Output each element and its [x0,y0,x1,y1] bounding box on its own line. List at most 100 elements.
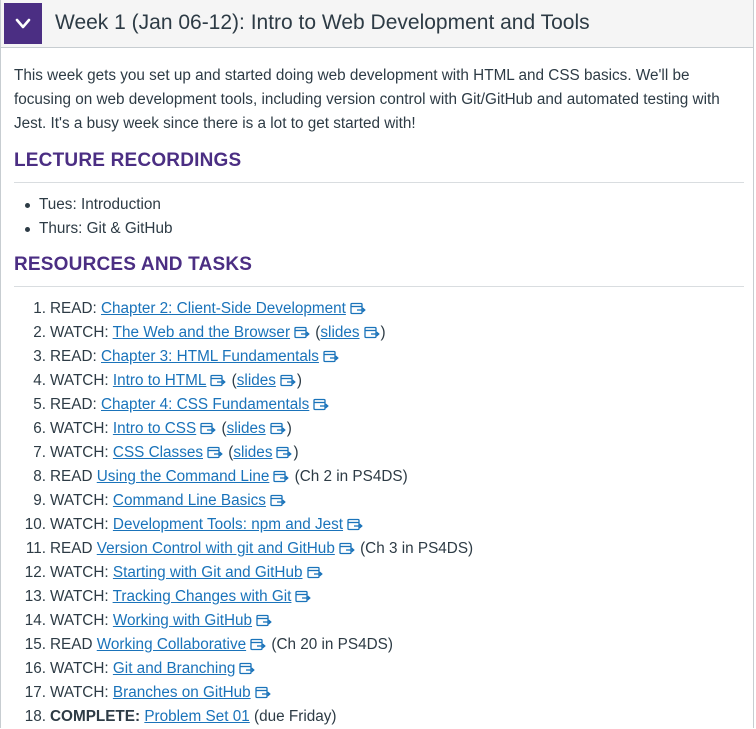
external-link-icon [294,326,310,339]
paren-open: ( [227,372,237,389]
task-list-item: 15. READ Working Collaborative (Ch 20 in … [1,633,473,657]
task-type-label: WATCH: [50,444,113,461]
task-list-item: 10. WATCH: Development Tools: npm and Jes… [1,513,473,537]
module-intro-text: This week gets you set up and started do… [14,67,720,132]
external-link-icon [323,350,339,363]
task-number: 15. [24,636,46,653]
task-link[interactable]: Chapter 3: HTML Fundamentals [101,348,319,365]
task-list-item: 6. WATCH: Intro to CSS (slides) [1,417,473,441]
task-content: WATCH: Git and Branching [50,657,256,681]
task-number: 3. [33,348,46,365]
slides-link[interactable]: slides [237,372,276,389]
task-content: READ: Chapter 2: Client-Side Development [50,297,367,321]
task-number: 2. [33,324,46,341]
task-list-item: 18. COMPLETE: Problem Set 01 (due Friday) [1,705,473,729]
task-list-item: 9. WATCH: Command Line Basics [1,489,473,513]
task-content: WATCH: Tracking Changes with Git [50,585,312,609]
external-link-icon [295,590,312,603]
task-link[interactable]: The Web and the Browser [113,324,290,341]
task-list-item: 17. WATCH: Branches on GitHub [1,681,473,705]
task-list-item: 5. READ: Chapter 4: CSS Fundamentals [1,393,473,417]
task-link[interactable]: CSS Classes [113,444,203,461]
task-content: READ: Chapter 3: HTML Fundamentals [50,345,340,369]
external-link-icon [200,422,217,435]
task-number: 18. [24,708,46,725]
bullet-icon [25,227,30,232]
task-link[interactable]: Intro to HTML [113,372,207,389]
task-type-label: WATCH: [50,660,113,677]
task-content: WATCH: Branches on GitHub [50,681,272,705]
task-list-item: 3. READ: Chapter 3: HTML Fundamentals [1,345,473,369]
task-link[interactable]: Intro to CSS [113,420,196,437]
task-content: WATCH: Intro to CSS (slides) [50,417,292,441]
task-type-label: READ [50,540,97,557]
task-number: 4. [33,372,46,389]
task-content: WATCH: The Web and the Browser (slides) [50,321,386,345]
task-content: WATCH: Command Line Basics [50,489,287,513]
task-link[interactable]: Starting with Git and GitHub [113,564,303,581]
module-header[interactable]: Week 1 (Jan 06-12): Intro to Web Develop… [1,0,753,48]
task-list-item: 2. WATCH: The Web and the Browser (slides… [1,321,473,345]
external-link-icon [273,470,290,483]
external-link-icon [239,662,256,675]
task-link[interactable]: Using the Command Line [97,468,270,485]
task-note: (Ch 2 in PS4DS) [290,468,408,485]
divider [14,286,744,287]
task-content: READ: Chapter 4: CSS Fundamentals [50,393,330,417]
paren-close: ) [380,324,386,341]
task-type-label: READ: [50,396,101,413]
external-link-icon [250,638,266,651]
task-link[interactable]: Development Tools: npm and Jest [113,516,343,533]
task-link[interactable]: Command Line Basics [113,492,266,509]
task-list-item: 1. READ: Chapter 2: Client-Side Developme… [1,297,473,321]
task-list-item: 7. WATCH: CSS Classes (slides) [1,441,473,465]
paren-open: ( [217,420,227,437]
task-type-label: WATCH: [50,588,113,605]
module-title: Week 1 (Jan 06-12): Intro to Web Develop… [55,11,590,34]
external-link-icon [254,686,271,699]
task-link[interactable]: Version Control with git and GitHub [97,540,335,557]
paren-open: ( [224,444,234,461]
task-type-label: WATCH: [50,684,113,701]
task-type-label: READ [50,468,97,485]
external-link-icon [350,302,366,315]
task-type-label: WATCH: [50,612,113,629]
task-number: 17. [24,684,46,701]
task-link[interactable]: Tracking Changes with Git [113,588,292,605]
slides-link[interactable]: slides [320,324,359,341]
task-type-label: WATCH: [50,492,113,509]
task-type-label: READ: [50,348,101,365]
task-content: WATCH: Working with GitHub [50,609,273,633]
task-link[interactable]: Working Collaborative [97,636,246,653]
task-type-label: COMPLETE: [50,708,145,725]
task-link[interactable]: Chapter 2: Client-Side Development [101,300,346,317]
task-link[interactable]: Git and Branching [113,660,235,677]
task-type-label: WATCH: [50,564,113,581]
task-list-item: 16. WATCH: Git and Branching [1,657,473,681]
external-link-icon [313,398,330,411]
task-list-item: 12. WATCH: Starting with Git and GitHub [1,561,473,585]
slides-link[interactable]: slides [227,420,266,437]
task-link[interactable]: Chapter 4: CSS Fundamentals [101,396,309,413]
resources-task-list: 1. READ: Chapter 2: Client-Side Developme… [1,297,473,729]
task-note: (Ch 3 in PS4DS) [355,540,474,557]
slides-link[interactable]: slides [233,444,272,461]
task-number: 14. [24,612,46,629]
divider [14,182,744,183]
task-number: 1. [33,300,46,317]
task-content: READ Version Control with git and GitHub… [50,537,473,561]
task-note: (Ch 20 in PS4DS) [267,636,393,653]
task-link[interactable]: Branches on GitHub [113,684,251,701]
task-list-item: 4. WATCH: Intro to HTML (slides) [1,369,473,393]
task-link[interactable]: Working with GitHub [113,612,252,629]
task-content: WATCH: Development Tools: npm and Jest [50,513,364,537]
task-type-label: WATCH: [50,516,113,533]
resources-tasks-heading: RESOURCES AND TASKS [14,254,253,275]
task-list-item: 13. WATCH: Tracking Changes with Git [1,585,473,609]
task-content: WATCH: Starting with Git and GitHub [50,561,324,585]
task-list-item: 8. READ Using the Command Line (Ch 2 in P… [1,465,473,489]
task-type-label: WATCH: [50,372,113,389]
collapse-toggle-button[interactable] [4,3,42,44]
task-link[interactable]: Problem Set 01 [144,708,249,725]
task-number: 8. [33,468,46,485]
